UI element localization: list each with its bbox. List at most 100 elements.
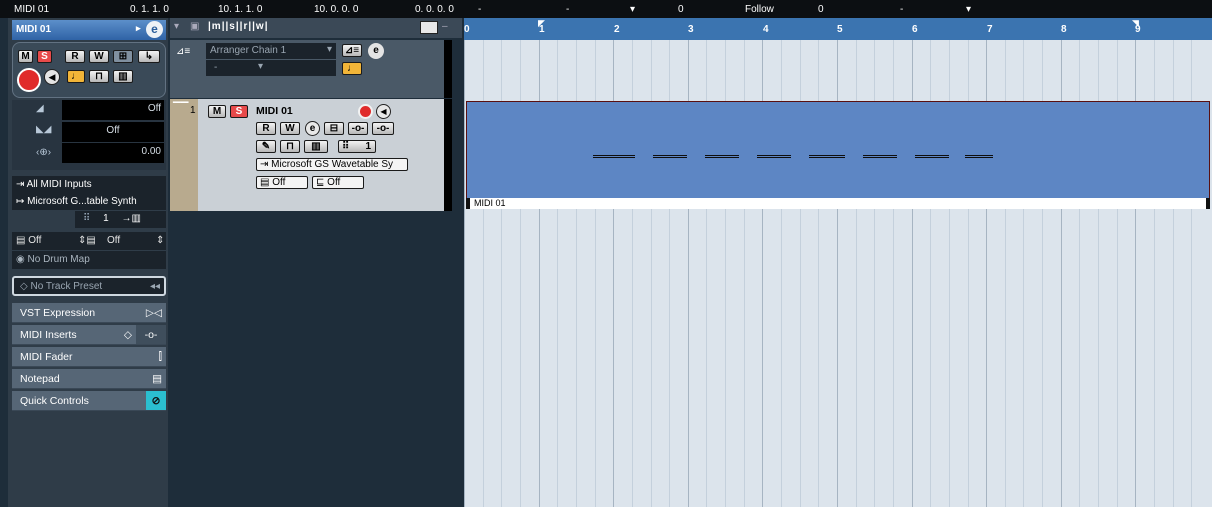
right-locator-icon[interactable]: ◥ xyxy=(1132,18,1139,29)
midi-note xyxy=(705,155,739,158)
edit-icon[interactable]: e xyxy=(305,121,320,136)
info-transpose[interactable]: 0 xyxy=(678,4,684,15)
info-follow-value[interactable]: 0 xyxy=(818,4,824,15)
record-enable-icon[interactable] xyxy=(17,68,41,92)
monitor-icon[interactable]: ◀ xyxy=(44,69,60,85)
delay-field[interactable]: 0.00 xyxy=(62,143,164,163)
track-write-button[interactable]: W xyxy=(280,122,300,135)
sends-icon[interactable]: -o- xyxy=(372,122,394,135)
info-follow[interactable]: Follow xyxy=(745,4,774,15)
timebase-icon[interactable]: ♩ xyxy=(67,70,85,83)
global-mute-solo-icons[interactable]: |m||s||r||w| xyxy=(208,21,269,32)
track-solo-button[interactable]: S xyxy=(230,105,248,118)
inserts-icon[interactable]: -o- xyxy=(348,122,368,135)
midi-channel-field[interactable]: ⠿ 1 →▥ xyxy=(75,211,166,228)
track-name[interactable]: MIDI 01 xyxy=(256,105,293,117)
info-end[interactable]: 10. 1. 1. 0 xyxy=(218,4,262,15)
read-button[interactable]: R xyxy=(65,50,85,63)
edit-icon[interactable]: e xyxy=(146,21,163,38)
stepper-icon[interactable]: ⇕ xyxy=(156,235,164,246)
bank-program-row: ▤ Off ⇕▤ Off ⇕ xyxy=(12,232,166,250)
options-icon[interactable]: ▣ xyxy=(190,21,199,32)
bank-select-value[interactable]: Off xyxy=(28,235,41,246)
arranger-mode-icon[interactable]: ⊿≡ xyxy=(342,44,362,57)
lanes-icon[interactable]: ▥ xyxy=(113,70,133,83)
info-line: MIDI 01 0. 1. 1. 0 10. 1. 1. 0 10. 0. 0.… xyxy=(0,0,1212,18)
pan-field[interactable]: Off xyxy=(62,122,164,142)
section-notepad[interactable]: Notepad ▤ xyxy=(12,369,166,389)
lock-icon[interactable]: ⊓ xyxy=(89,70,109,83)
mute-button[interactable]: M xyxy=(18,50,33,63)
output-icon: ⇥ xyxy=(260,159,272,170)
write-button[interactable]: W xyxy=(89,50,109,63)
dropdown-arrow-icon[interactable]: ▾ xyxy=(630,4,635,15)
expression-icon[interactable]: ▷◁ xyxy=(146,303,162,323)
edit-instrument-icon[interactable]: →▥ xyxy=(121,213,140,224)
pan-icon: ◣◢ xyxy=(36,124,52,135)
dropdown-arrow-icon[interactable]: ▾ xyxy=(327,44,332,55)
output-routing-icon[interactable]: ↳ xyxy=(138,50,160,63)
midi-track-row[interactable]: ▔▔ 1 M S MIDI 01 ◀ R W e ⊟ -o- -o- ✎ ⊓ ▥… xyxy=(170,99,452,211)
track-program-selector[interactable]: ⊑ Off xyxy=(312,176,364,189)
track-output-selector[interactable]: ⇥ Microsoft GS Wavetable Sy xyxy=(256,158,408,171)
midi-input-selector[interactable]: ⇥ All MIDI Inputs xyxy=(12,176,166,193)
inserts-bypass-icon[interactable]: -o- xyxy=(136,325,166,344)
ruler-bar-label: 2 xyxy=(614,24,620,35)
inspector-title-bar[interactable]: MIDI 01 ▸ e xyxy=(12,20,166,40)
track-bank-selector[interactable]: ▤ Off xyxy=(256,176,308,189)
info-last[interactable]: - xyxy=(900,4,903,15)
left-locator-icon[interactable]: ◤ xyxy=(538,18,545,29)
volume-field[interactable]: Off xyxy=(62,100,164,120)
track-program-value: Off xyxy=(327,177,341,188)
info-zoom[interactable]: - xyxy=(566,4,569,15)
minimize-icon[interactable]: – xyxy=(442,21,448,32)
preset-icon[interactable]: ◇ xyxy=(124,325,132,345)
info-offset[interactable]: 0. 0. 0. 0 xyxy=(415,4,454,15)
midi-part[interactable] xyxy=(466,101,1210,209)
ruler-bar-label: 5 xyxy=(837,24,843,35)
lanes-icon[interactable]: ▥ xyxy=(304,140,328,153)
record-enable-icon[interactable] xyxy=(358,104,373,119)
drum-map-selector[interactable]: ◉ No Drum Map xyxy=(12,251,166,269)
section-vst-expression[interactable]: VST Expression ▷◁ xyxy=(12,303,166,323)
section-label: Quick Controls xyxy=(20,395,89,407)
arranger-track[interactable]: ⊿≡ Arranger Chain 1 ▾ - ▾ ⊿≡ e ♩ xyxy=(170,40,452,98)
section-midi-fader[interactable]: MIDI Fader ⫿ xyxy=(12,347,166,367)
section-midi-inserts[interactable]: MIDI Inserts ◇ -o- xyxy=(12,325,166,345)
program-select-value[interactable]: Off xyxy=(107,235,120,246)
track-channel-field[interactable]: ⠿ 1 xyxy=(338,140,376,153)
quick-controls-icon[interactable]: ⊘ xyxy=(146,391,166,410)
collapse-icon[interactable]: ▾ xyxy=(174,21,179,32)
dropdown-arrow-icon[interactable]: ▾ xyxy=(258,61,263,72)
midi-list-icon[interactable]: ⊟ xyxy=(324,122,344,135)
track-read-button[interactable]: R xyxy=(256,122,276,135)
freeze-icon[interactable]: ⊞ xyxy=(113,50,133,63)
track-mute-button[interactable]: M xyxy=(208,105,226,118)
monitor-icon[interactable]: ◀ xyxy=(376,104,391,119)
expand-arrow-icon[interactable]: ▸ xyxy=(136,23,141,34)
solo-button[interactable]: S xyxy=(37,50,52,63)
info-mute[interactable]: - xyxy=(478,4,481,15)
lock-icon[interactable]: ⊓ xyxy=(280,140,300,153)
arranger-event-selector[interactable]: - ▾ xyxy=(206,60,336,76)
bank-icon: ▤ xyxy=(16,235,29,246)
preset-menu-icon[interactable]: ◂◂ xyxy=(150,281,160,292)
track-controls-icon[interactable] xyxy=(420,21,438,34)
fader-icon[interactable]: ⫿ xyxy=(159,347,162,367)
info-length[interactable]: 10. 0. 0. 0 xyxy=(314,4,358,15)
notepad-icon[interactable]: ▤ xyxy=(152,369,162,389)
dropdown-arrow-icon[interactable]: ▾ xyxy=(966,4,971,15)
info-start[interactable]: 0. 1. 1. 0 xyxy=(130,4,169,15)
timebase-icon[interactable]: ♩ xyxy=(342,62,362,75)
section-label: MIDI Inserts xyxy=(20,329,77,341)
track-list-toolbar: ▾ ▣ |m||s||r||w| – xyxy=(170,18,462,38)
track-preset-selector[interactable]: ◇ No Track Preset ◂◂ xyxy=(12,276,166,296)
ruler[interactable]: 0 1 2 3 4 5 6 7 8 9 ◤ ◥ xyxy=(464,18,1212,40)
section-quick-controls[interactable]: Quick Controls ⊘ xyxy=(12,391,166,411)
edit-icon[interactable]: e xyxy=(368,43,384,59)
arranger-chain-selector[interactable]: Arranger Chain 1 ▾ xyxy=(206,43,336,59)
pencil-icon[interactable]: ✎ xyxy=(256,140,276,153)
midi-part-name-bar[interactable]: MIDI 01 xyxy=(466,198,1210,209)
drum-map-icon: ◉ xyxy=(16,254,28,265)
midi-output-selector[interactable]: ↦ Microsoft G...table Synth xyxy=(12,193,166,210)
